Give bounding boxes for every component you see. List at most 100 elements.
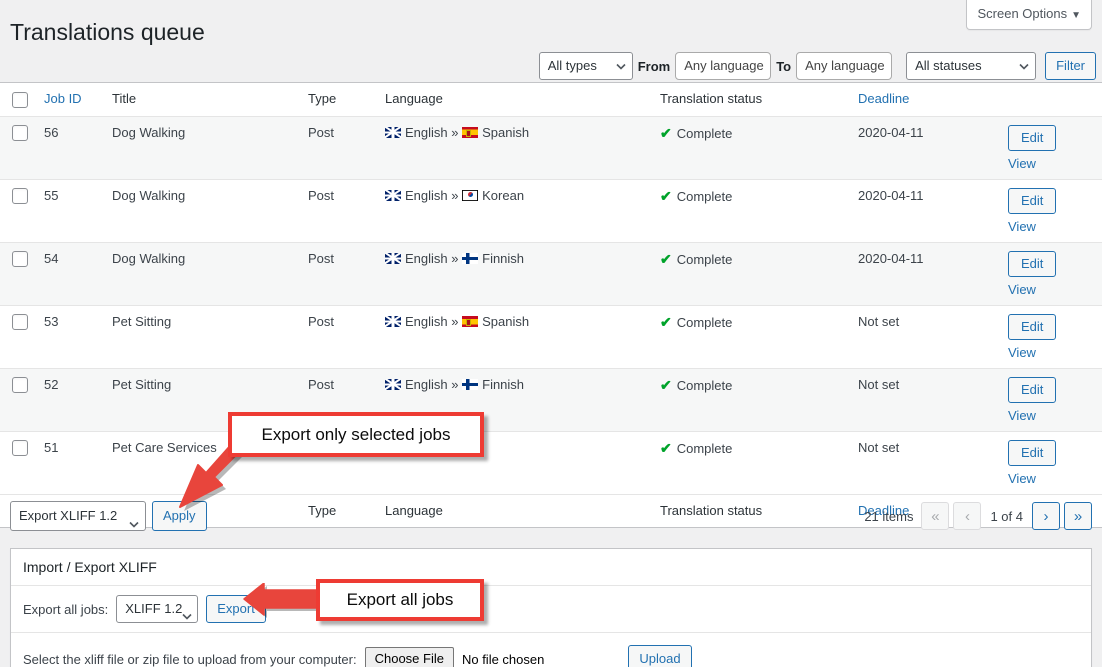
flag-es-icon: [462, 126, 479, 138]
upload-label: Select the xliff file or zip file to upl…: [23, 651, 357, 667]
table-row: 51Pet Care ServicesSpanish✔CompleteNot s…: [0, 430, 1102, 495]
row-job-id: 52: [34, 367, 102, 432]
row-title: Dog Walking: [102, 241, 298, 306]
edit-button[interactable]: Edit: [1008, 124, 1057, 151]
apply-bulk-button[interactable]: Apply: [152, 501, 207, 531]
bulk-action-select[interactable]: Export XLIFF 1.2: [10, 501, 146, 531]
next-page-button[interactable]: ›: [1032, 502, 1060, 530]
row-status: ✔ Complete: [650, 241, 848, 306]
row-target-language: Korean: [482, 187, 525, 203]
table-row: 55 Dog Walking Post English » Korean ✔ Comple…: [0, 178, 1102, 243]
export-button[interactable]: Export: [206, 595, 266, 623]
table-row: 54 Dog Walking Post English » Finnish ✔ Compl…: [0, 241, 1102, 306]
view-link[interactable]: View: [1008, 471, 1088, 486]
status-filter-value: All statuses: [915, 58, 982, 73]
column-label-job-id: Job ID: [44, 91, 82, 106]
chevron-down-icon: ▼: [1071, 10, 1081, 21]
filter-button[interactable]: Filter: [1045, 52, 1096, 80]
row-language: English » Spanish: [375, 304, 650, 369]
export-all-row: Export all jobs: XLIFF 1.2 Export: [11, 586, 1091, 633]
row-job-id-text: 51: [44, 439, 59, 455]
row-checkbox[interactable]: [12, 251, 28, 268]
row-deadline-text: 2020-04-11: [858, 124, 924, 140]
type-filter-select[interactable]: All types: [538, 52, 633, 80]
row-target-language: Finnish: [482, 376, 525, 392]
column-header-job-id[interactable]: Job ID: [34, 83, 102, 117]
annotation-export-all: Export all jobs: [316, 579, 484, 621]
row-target-language: Finnish: [482, 250, 525, 266]
type-filter-value: All types: [547, 58, 597, 73]
view-link[interactable]: View: [1008, 282, 1088, 297]
row-job-id: 56: [34, 115, 102, 180]
chevron-down-icon: [1019, 62, 1029, 71]
table-head: Job ID Title Type Language Translation s…: [0, 83, 1102, 117]
flag-es-icon: [462, 315, 479, 327]
row-target-language: Spanish: [482, 124, 530, 140]
column-header-deadline[interactable]: Deadline: [848, 83, 998, 117]
choose-file-button[interactable]: Choose File: [364, 647, 454, 667]
upload-button[interactable]: Upload: [628, 645, 692, 667]
screen-options-button[interactable]: Screen Options ▼: [966, 0, 1092, 31]
row-actions: Edit View: [998, 241, 1102, 306]
check-icon: ✔: [660, 376, 672, 393]
row-job-id-text: 53: [44, 313, 59, 329]
row-checkbox[interactable]: [12, 188, 28, 205]
row-job-id: 54: [34, 241, 102, 306]
row-status: ✔ Complete: [650, 115, 848, 180]
row-source-language: English: [405, 124, 448, 140]
edit-button[interactable]: Edit: [1008, 187, 1057, 214]
import-export-panel: Import / Export XLIFF Export all jobs: X…: [10, 548, 1092, 667]
select-all-checkbox[interactable]: [12, 91, 28, 108]
row-status: ✔ Complete: [650, 430, 848, 495]
last-page-button[interactable]: »: [1064, 502, 1092, 530]
view-link[interactable]: View: [1008, 156, 1088, 171]
to-language-value: Any language: [805, 58, 885, 73]
edit-button[interactable]: Edit: [1008, 376, 1057, 403]
row-type-text: Post: [308, 250, 335, 266]
language-separator: »: [451, 376, 459, 392]
flag-fi-icon: [462, 252, 479, 264]
to-language-select[interactable]: Any language: [796, 52, 893, 80]
row-status-text: Complete: [676, 188, 733, 204]
check-icon: ✔: [660, 313, 672, 330]
row-title-text: Dog Walking: [112, 187, 186, 203]
row-actions: Edit View: [998, 367, 1102, 432]
edit-button[interactable]: Edit: [1008, 313, 1057, 340]
column-label-title: Title: [112, 91, 137, 106]
row-status-text: Complete: [676, 440, 733, 456]
row-select-cell: [0, 304, 34, 369]
row-source-language: English: [405, 313, 448, 329]
row-checkbox[interactable]: [12, 377, 28, 394]
language-separator: »: [451, 187, 459, 203]
export-format-select[interactable]: XLIFF 1.2: [116, 595, 199, 623]
from-language-select[interactable]: Any language: [675, 52, 772, 80]
view-link[interactable]: View: [1008, 408, 1088, 423]
flag-gb-icon: [385, 126, 401, 138]
page-root: Screen Options ▼ Translations queue All t…: [0, 0, 1102, 667]
table-header-row: Job ID Title Type Language Translation s…: [0, 83, 1102, 117]
first-page-button: «: [921, 502, 950, 530]
row-title-text: Dog Walking: [112, 124, 186, 140]
panel-title: Import / Export XLIFF: [11, 549, 1091, 586]
row-deadline: Not set: [848, 304, 998, 369]
status-filter-select[interactable]: All statuses: [906, 52, 1037, 80]
edit-button[interactable]: Edit: [1008, 439, 1057, 466]
upload-row: Select the xliff file or zip file to upl…: [11, 633, 1091, 667]
flag-fi-icon: [462, 378, 479, 390]
row-checkbox[interactable]: [12, 440, 28, 457]
column-header-status: Translation status: [650, 83, 848, 117]
row-checkbox[interactable]: [12, 125, 28, 142]
row-deadline-text: Not set: [858, 439, 900, 455]
view-link[interactable]: View: [1008, 219, 1088, 234]
row-deadline: 2020-04-11: [848, 178, 998, 243]
column-header-language: Language: [375, 83, 650, 117]
row-job-id-text: 52: [44, 376, 59, 392]
page-indicator: 1 of 4: [990, 508, 1023, 524]
view-link[interactable]: View: [1008, 345, 1088, 360]
select-all-header: [0, 83, 34, 117]
row-checkbox[interactable]: [12, 314, 28, 331]
row-status: ✔ Complete: [650, 304, 848, 369]
edit-button[interactable]: Edit: [1008, 250, 1057, 277]
export-all-label: Export all jobs:: [23, 601, 109, 617]
column-header-actions: [998, 83, 1102, 117]
